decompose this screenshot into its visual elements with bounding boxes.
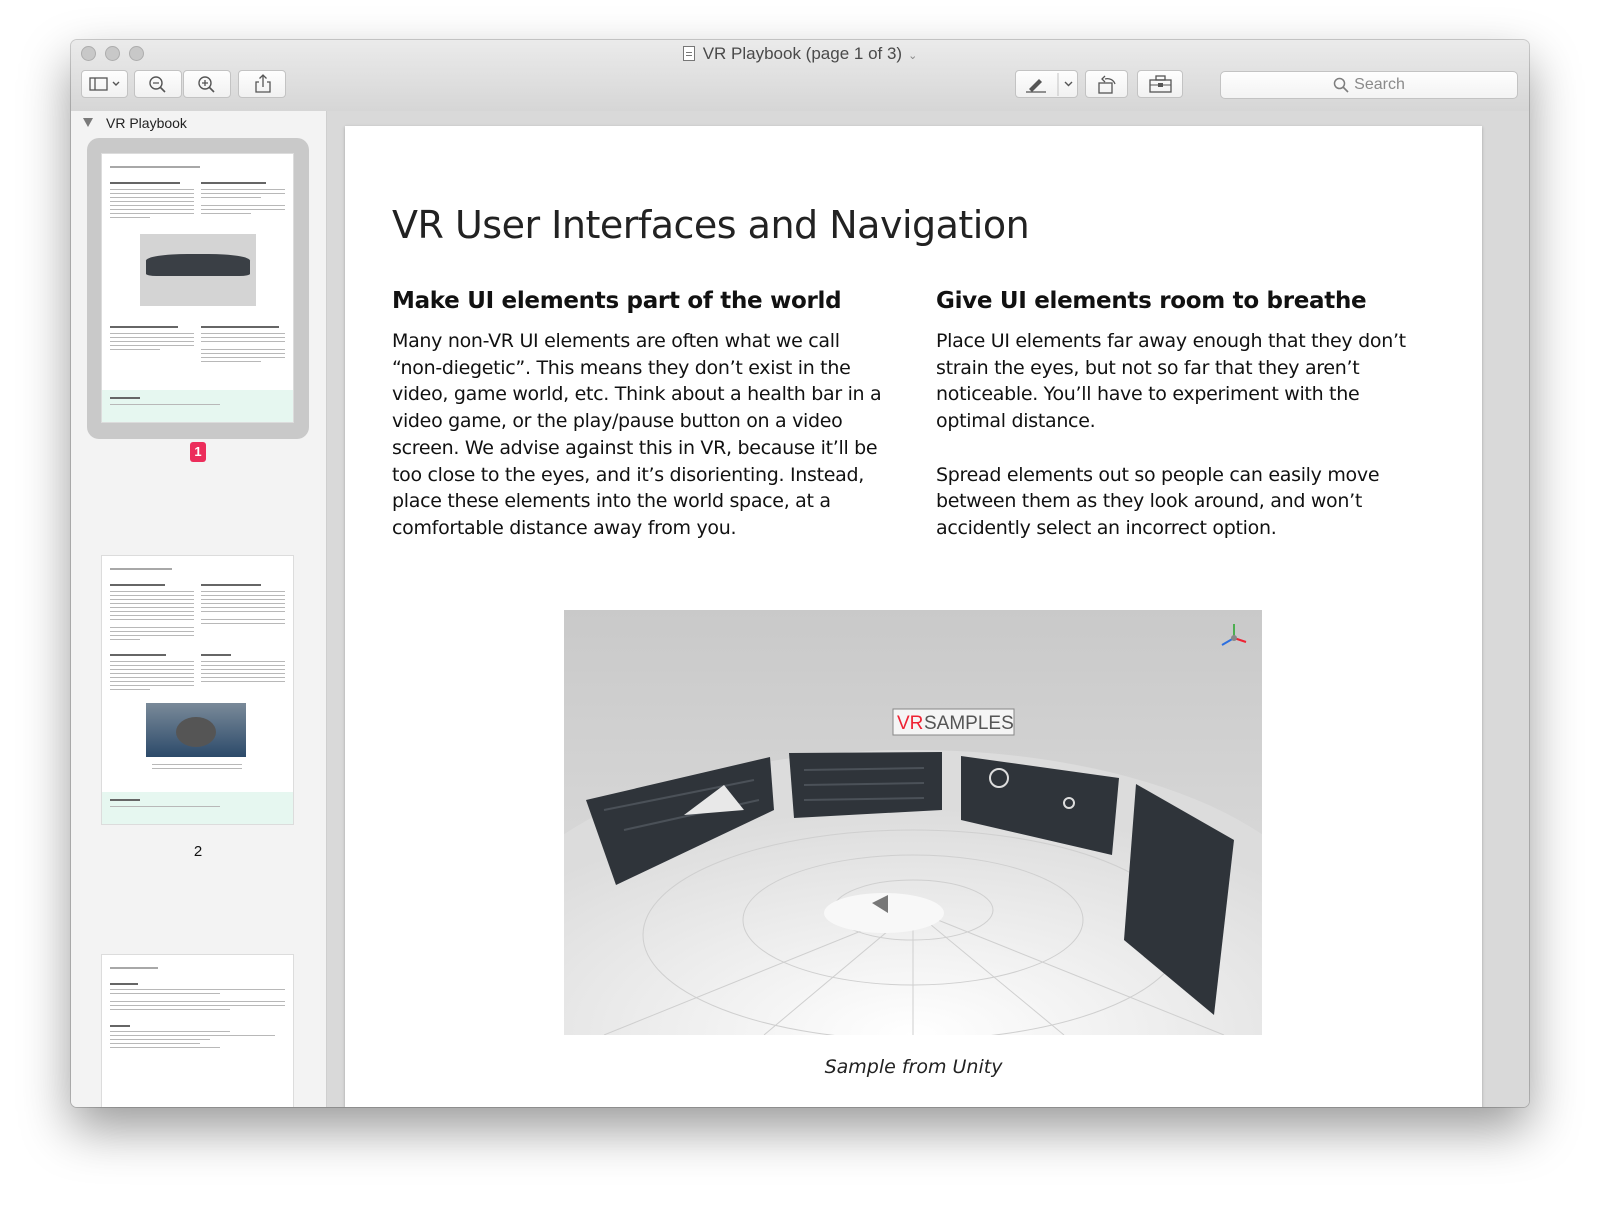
window-title[interactable]: VR Playbook (page 1 of 3) ⌄ [71, 44, 1529, 64]
left-column: Make UI elements part of the world Many … [392, 288, 892, 542]
logo-vr: VR [897, 713, 923, 734]
figure-caption: Sample from Unity [824, 1056, 1003, 1078]
disclosure-triangle-icon[interactable] [83, 118, 93, 127]
rotate-icon [1098, 75, 1116, 94]
thumb-further-reading [102, 792, 293, 824]
thumb-image [140, 234, 256, 306]
markup-button[interactable] [1015, 70, 1078, 98]
thumb-heading [201, 182, 266, 184]
search-field[interactable]: Search [1220, 71, 1518, 99]
markup-toolbar-button[interactable] [1137, 70, 1183, 98]
logo-samples: SAMPLES [924, 713, 1014, 734]
vr-samples-image: VR SAMPLES [564, 610, 1262, 1035]
page-thumbnail-3[interactable] [102, 955, 293, 1107]
thumb-image [146, 703, 246, 757]
zoom-in-button[interactable] [183, 70, 231, 98]
right-column: Give UI elements room to breathe Place U… [936, 288, 1431, 542]
sidebar-document-header[interactable]: VR Playbook [71, 111, 326, 135]
zoom-out-button[interactable] [134, 70, 182, 98]
sidebar-document-title: VR Playbook [106, 115, 187, 131]
share-icon [255, 74, 271, 93]
document-view[interactable]: VR User Interfaces and Navigation Make U… [327, 111, 1529, 1107]
thumb-title [110, 166, 200, 168]
page-thumbnail-1[interactable] [102, 154, 293, 422]
preview-window: VR Playbook (page 1 of 3) ⌄ Search VR Pl… [71, 40, 1529, 1107]
pen-markup-icon [1026, 73, 1073, 96]
section-heading: Give UI elements room to breathe [936, 288, 1367, 314]
thumb-further-reading [102, 390, 293, 422]
page-title: VR User Interfaces and Navigation [392, 203, 1030, 248]
zoom-out-icon [149, 76, 166, 93]
page-thumbnail-2[interactable] [102, 556, 293, 824]
title-menu-chevron-icon: ⌄ [908, 50, 918, 62]
zoom-in-icon [198, 76, 215, 93]
toolbox-icon [1149, 75, 1172, 93]
page-number-badge: 1 [190, 442, 206, 462]
page-number: 2 [193, 843, 203, 860]
sidebar-toggle-icon [89, 77, 120, 91]
rotate-button[interactable] [1085, 70, 1128, 98]
thumb-heading [110, 182, 180, 184]
section-body: Many non-VR UI elements are often what w… [392, 330, 882, 539]
section-body: Spread elements out so people can easily… [936, 463, 1380, 539]
document-icon [682, 46, 695, 61]
search-icon [1333, 77, 1349, 93]
title-bar: VR Playbook (page 1 of 3) ⌄ Search [71, 40, 1529, 112]
document-page: VR User Interfaces and Navigation Make U… [345, 126, 1482, 1107]
thumbnail-sidebar[interactable]: VR Playbook 1 2 [71, 111, 327, 1107]
search-placeholder: Search [1354, 76, 1405, 93]
section-body: Place UI elements far away enough that t… [936, 330, 1406, 433]
sidebar-toggle-button[interactable] [81, 70, 128, 98]
section-heading: Make UI elements part of the world [392, 288, 842, 314]
share-button[interactable] [238, 70, 286, 98]
